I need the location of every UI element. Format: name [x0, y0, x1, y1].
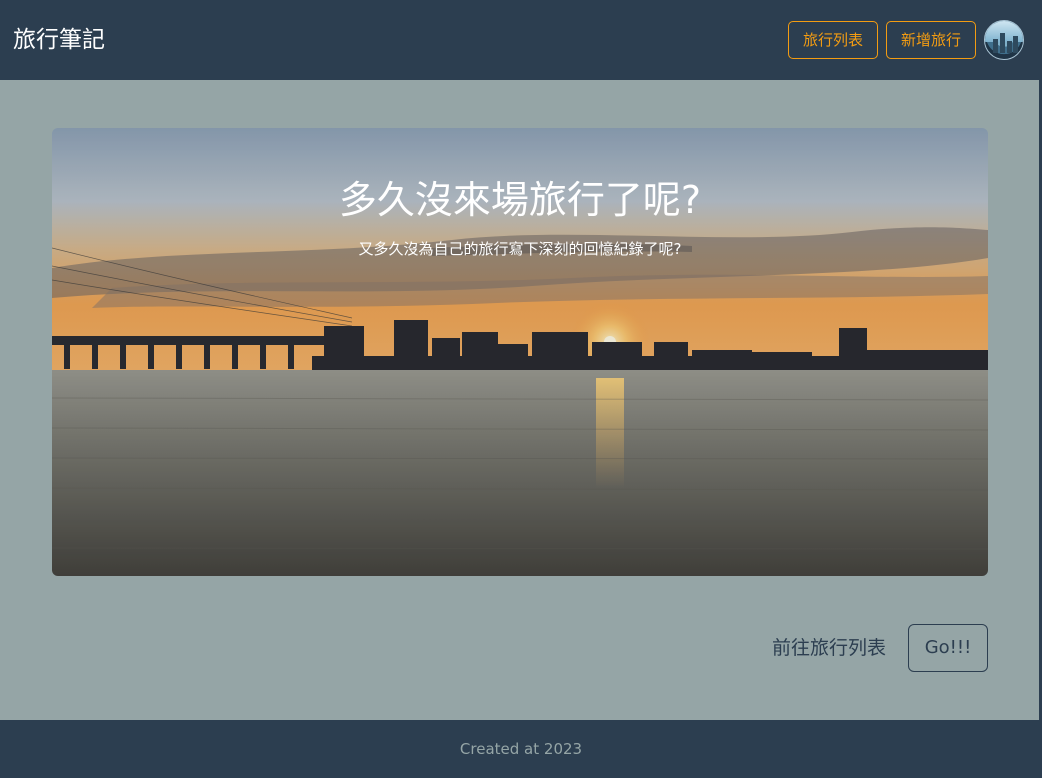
hero-banner: 多久沒來場旅行了呢? 又多久沒為自己的旅行寫下深刻的回憶紀錄了呢?	[52, 128, 988, 576]
navbar: 旅行筆記 旅行列表 新增旅行	[0, 0, 1042, 80]
goto-trip-list-label: 前往旅行列表	[772, 637, 887, 659]
footer-text: Created at 2023	[459, 740, 583, 758]
user-avatar-icon[interactable]	[984, 20, 1024, 60]
hero-title: 多久沒來場旅行了呢?	[338, 178, 702, 222]
hero-subtitle: 又多久沒為自己的旅行寫下深刻的回憶紀錄了呢?	[358, 240, 682, 258]
go-button[interactable]: Go!!!	[908, 624, 988, 672]
trip-list-button[interactable]: 旅行列表	[788, 21, 878, 59]
new-trip-button[interactable]: 新增旅行	[886, 21, 976, 59]
footer: Created at 2023	[0, 720, 1042, 778]
brand-title[interactable]: 旅行筆記	[13, 22, 105, 58]
